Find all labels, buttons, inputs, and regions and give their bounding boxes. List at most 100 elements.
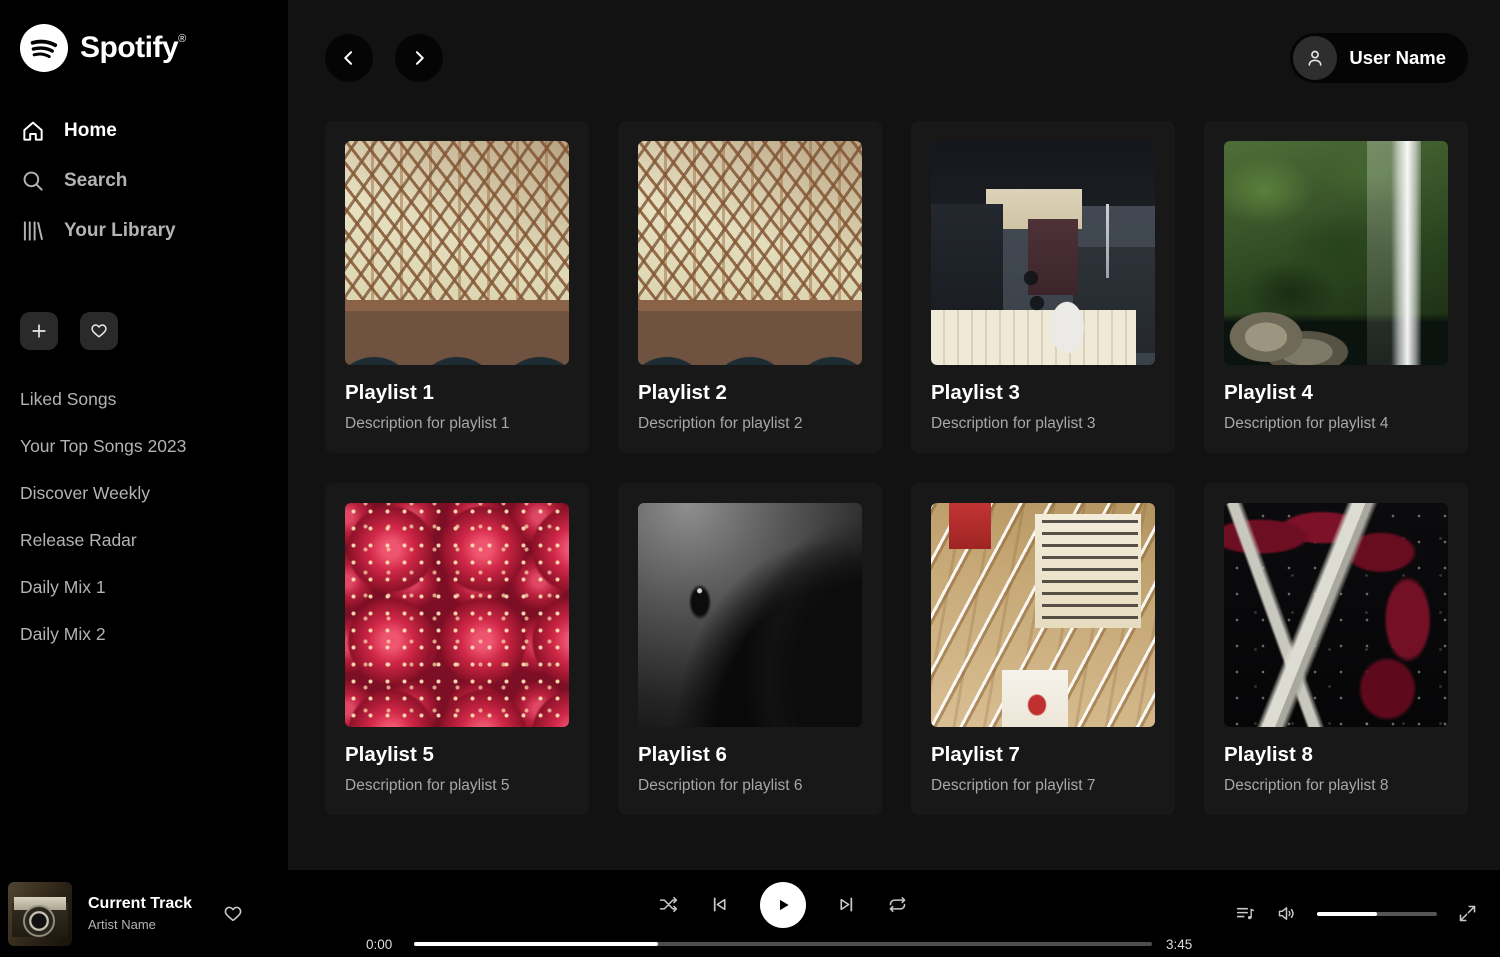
plus-icon: [29, 321, 49, 341]
playlist-title: Playlist 5: [345, 743, 569, 767]
playlist-cover-2: [638, 141, 862, 365]
avatar: [1293, 36, 1337, 80]
playback-controls: [658, 882, 908, 928]
playlist-title: Playlist 8: [1224, 743, 1448, 767]
playlist-card-6[interactable]: Playlist 6 Description for playlist 6: [618, 483, 882, 815]
play-button[interactable]: [760, 882, 806, 928]
main-content: User Name Playlist 1 Description for pla…: [288, 0, 1500, 870]
playlist-description: Description for playlist 5: [345, 777, 569, 795]
nav-label: Search: [64, 170, 127, 192]
sidebar-item-search[interactable]: Search: [20, 156, 268, 206]
total-time: 3:45: [1166, 937, 1200, 952]
playlist-title: Playlist 1: [345, 381, 569, 405]
user-menu-button[interactable]: User Name: [1290, 33, 1468, 83]
heart-icon: [222, 903, 244, 925]
playlist-card-3[interactable]: Playlist 3 Description for playlist 3: [911, 121, 1175, 453]
player-bar: Current Track Artist Name: [0, 870, 1500, 957]
topbar: User Name: [325, 33, 1468, 83]
playlist-description: Description for playlist 7: [931, 777, 1155, 795]
sidebar-playlist-daily-mix-2[interactable]: Daily Mix 2: [20, 611, 268, 658]
home-icon: [20, 118, 46, 144]
playlist-grid: Playlist 1 Description for playlist 1 Pl…: [325, 121, 1468, 815]
playlist-description: Description for playlist 6: [638, 777, 862, 795]
queue-icon: [1235, 903, 1256, 924]
playlist-card-4[interactable]: Playlist 4 Description for playlist 4: [1204, 121, 1468, 453]
track-artist: Artist Name: [88, 917, 192, 932]
brand-name: Spotify: [80, 31, 178, 64]
queue-button[interactable]: [1235, 903, 1256, 924]
sidebar-item-home[interactable]: Home: [20, 106, 268, 156]
playlist-cover-6: [638, 503, 862, 727]
shuffle-icon: [658, 894, 679, 915]
playlist-description: Description for playlist 3: [931, 415, 1155, 433]
progress-fill: [414, 942, 658, 946]
user-icon: [1304, 47, 1326, 69]
playlist-title: Playlist 6: [638, 743, 862, 767]
playlist-cover-5: [345, 503, 569, 727]
registered-mark: ®: [178, 33, 186, 45]
sidebar-playlist-list: Liked Songs Your Top Songs 2023 Discover…: [20, 376, 268, 658]
sidebar-playlist-discover-weekly[interactable]: Discover Weekly: [20, 470, 268, 517]
volume-button[interactable]: [1276, 903, 1297, 924]
playlist-cover-8: [1224, 503, 1448, 727]
primary-nav: Home Search Your Library: [20, 106, 268, 256]
playlist-description: Description for playlist 4: [1224, 415, 1448, 433]
playlist-title: Playlist 2: [638, 381, 862, 405]
sidebar-actions: [20, 312, 268, 350]
like-track-button[interactable]: [222, 903, 244, 925]
playlist-description: Description for playlist 1: [345, 415, 569, 433]
spotify-logo: Spotify®: [20, 24, 268, 72]
search-icon: [20, 168, 46, 194]
track-info: Current Track Artist Name: [88, 895, 192, 932]
heart-icon: [89, 321, 109, 341]
playlist-card-1[interactable]: Playlist 1 Description for playlist 1: [325, 121, 589, 453]
now-playing: Current Track Artist Name: [8, 882, 358, 946]
user-name-label: User Name: [1349, 47, 1446, 69]
player-right-controls: [1208, 903, 1478, 924]
playlist-card-2[interactable]: Playlist 2 Description for playlist 2: [618, 121, 882, 453]
progress-section: 0:00 3:45: [358, 937, 1208, 952]
now-playing-art: [8, 882, 72, 946]
fullscreen-icon: [1457, 903, 1478, 924]
spotify-logo-icon: [20, 24, 68, 72]
create-playlist-button[interactable]: [20, 312, 58, 350]
progress-bar[interactable]: [414, 942, 1152, 946]
sidebar-playlist-daily-mix-1[interactable]: Daily Mix 1: [20, 564, 268, 611]
volume-icon: [1276, 903, 1297, 924]
fullscreen-button[interactable]: [1457, 903, 1478, 924]
playlist-card-7[interactable]: Playlist 7 Description for playlist 7: [911, 483, 1175, 815]
chevron-left-icon: [339, 48, 359, 68]
player-center: 0:00 3:45: [358, 876, 1208, 952]
previous-track-button[interactable]: [709, 894, 730, 915]
library-icon: [20, 218, 46, 244]
chevron-right-icon: [409, 48, 429, 68]
app-window: Spotify® Home Search Your Librar: [0, 0, 1500, 957]
next-track-button[interactable]: [836, 894, 857, 915]
forward-button[interactable]: [395, 34, 443, 82]
volume-slider[interactable]: [1317, 912, 1437, 916]
shuffle-button[interactable]: [658, 894, 679, 915]
sidebar-playlist-release-radar[interactable]: Release Radar: [20, 517, 268, 564]
playlist-title: Playlist 3: [931, 381, 1155, 405]
playlist-title: Playlist 4: [1224, 381, 1448, 405]
sidebar-playlist-your-top-songs[interactable]: Your Top Songs 2023: [20, 423, 268, 470]
playlist-cover-3: [931, 141, 1155, 365]
previous-icon: [709, 894, 730, 915]
playlist-cover-1: [345, 141, 569, 365]
volume-fill: [1317, 912, 1377, 916]
playlist-description: Description for playlist 8: [1224, 777, 1448, 795]
playlist-card-5[interactable]: Playlist 5 Description for playlist 5: [325, 483, 589, 815]
next-icon: [836, 894, 857, 915]
repeat-icon: [887, 894, 908, 915]
play-icon: [774, 896, 792, 914]
back-button[interactable]: [325, 34, 373, 82]
sidebar-playlist-liked-songs[interactable]: Liked Songs: [20, 376, 268, 423]
nav-label: Your Library: [64, 220, 176, 242]
playlist-cover-7: [931, 503, 1155, 727]
sidebar-item-your-library[interactable]: Your Library: [20, 206, 268, 256]
repeat-button[interactable]: [887, 894, 908, 915]
playlist-cover-4: [1224, 141, 1448, 365]
liked-songs-button[interactable]: [80, 312, 118, 350]
sidebar: Spotify® Home Search Your Librar: [0, 0, 288, 870]
playlist-card-8[interactable]: Playlist 8 Description for playlist 8: [1204, 483, 1468, 815]
